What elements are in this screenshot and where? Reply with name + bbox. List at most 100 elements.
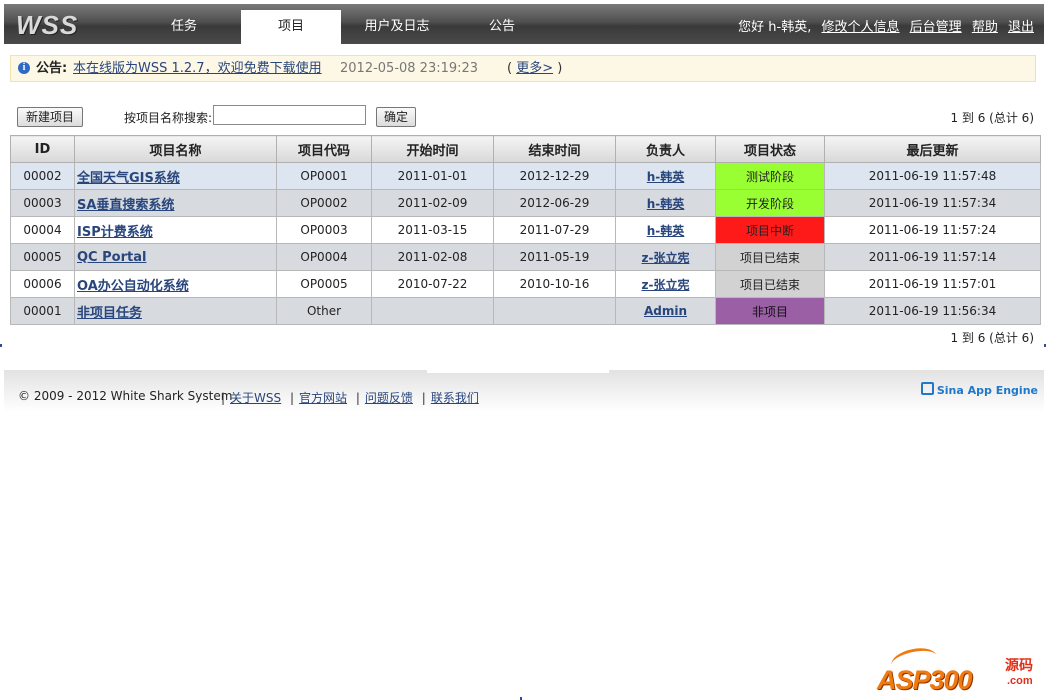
- announcement-label: 公告:: [36, 61, 68, 76]
- edit-profile-link[interactable]: 修改个人信息: [822, 20, 900, 35]
- column-header-name[interactable]: 项目名称: [74, 135, 277, 163]
- project-name-link[interactable]: ISP计费系统: [77, 225, 153, 240]
- footer-separator: |: [289, 391, 295, 405]
- cell-updated: 2011-06-19 11:56:34: [824, 297, 1041, 325]
- owner-link[interactable]: z-张立宪: [642, 278, 690, 292]
- sae-label: Sina App Engine: [936, 384, 1038, 397]
- column-header-id[interactable]: ID: [10, 135, 75, 163]
- cell-name: OA办公自动化系统: [74, 270, 277, 298]
- footer-separator: |: [355, 391, 360, 405]
- help-link[interactable]: 帮助: [972, 20, 998, 35]
- admin-link[interactable]: 后台管理: [910, 20, 962, 35]
- cell-start: 2010-07-22: [371, 270, 494, 298]
- feedback-link[interactable]: 问题反馈: [365, 391, 413, 405]
- cell-code: OP0004: [276, 243, 372, 271]
- cell-status: 项目已结束: [715, 270, 825, 298]
- confirm-search-button[interactable]: 确定: [376, 107, 416, 127]
- more-open-paren: (: [507, 61, 513, 76]
- owner-link[interactable]: h-韩英: [647, 224, 685, 238]
- cell-status: 项目已结束: [715, 243, 825, 271]
- cell-end: 2011-05-19: [493, 243, 616, 271]
- owner-link[interactable]: z-张立宪: [642, 251, 690, 265]
- cell-id: 00002: [10, 162, 75, 190]
- table-row: 00004 ISP计费系统 OP0003 2011-03-15 2011-07-29 h-…: [10, 216, 1041, 244]
- column-header-updated[interactable]: 最后更新: [824, 135, 1041, 163]
- project-name-link[interactable]: SA垂直搜索系统: [77, 198, 174, 213]
- column-header-owner[interactable]: 负责人: [615, 135, 716, 163]
- project-name-link[interactable]: OA办公自动化系统: [77, 279, 189, 294]
- cell-start: 2011-02-09: [371, 189, 494, 217]
- cell-code: OP0002: [276, 189, 372, 217]
- cell-id: 00003: [10, 189, 75, 217]
- owner-link[interactable]: h-韩英: [647, 170, 685, 184]
- cell-code: OP0003: [276, 216, 372, 244]
- project-name-link[interactable]: 非项目任务: [77, 306, 142, 321]
- edge-marker: [0, 344, 2, 347]
- sae-icon: [920, 382, 934, 395]
- cell-name: 非项目任务: [74, 297, 277, 325]
- table-row: 00003 SA垂直搜索系统 OP0002 2011-02-09 2012-06-29 h…: [10, 189, 1041, 217]
- greeting-text: 您好 h-韩英,: [738, 20, 812, 35]
- cell-name: 全国天气GIS系统: [74, 162, 277, 190]
- tab-tasks[interactable]: 任务: [134, 10, 234, 44]
- more-close-paren: ): [557, 61, 563, 76]
- cell-start: 2011-03-15: [371, 216, 494, 244]
- announcement-timestamp: 2012-05-08 23:19:23: [340, 61, 479, 76]
- project-name-link[interactable]: QC Portal: [77, 250, 146, 265]
- table-header-row: ID 项目名称 项目代码 开始时间 结束时间 负责人 项目状态 最后更新: [10, 135, 1041, 163]
- project-name-link[interactable]: 全国天气GIS系统: [77, 171, 180, 186]
- projects-table: ID 项目名称 项目代码 开始时间 结束时间 负责人 项目状态 最后更新 000…: [10, 135, 1041, 325]
- asp300-watermark-logo: ASP300 源码 .com: [877, 644, 1045, 697]
- logout-link[interactable]: 退出: [1008, 20, 1034, 35]
- official-site-link[interactable]: 官方网站: [299, 391, 347, 405]
- column-header-status[interactable]: 项目状态: [715, 135, 825, 163]
- cell-updated: 2011-06-19 11:57:34: [824, 189, 1041, 217]
- column-header-start[interactable]: 开始时间: [371, 135, 494, 163]
- cell-code: OP0001: [276, 162, 372, 190]
- cell-end: 2010-10-16: [493, 270, 616, 298]
- cell-owner: h-韩英: [615, 216, 716, 244]
- cell-name: ISP计费系统: [74, 216, 277, 244]
- cell-start: [371, 297, 494, 325]
- footer-divider: [427, 370, 609, 373]
- column-header-end[interactable]: 结束时间: [493, 135, 616, 163]
- cell-id: 00004: [10, 216, 75, 244]
- cell-end: 2012-06-29: [493, 189, 616, 217]
- owner-link[interactable]: h-韩英: [647, 197, 685, 211]
- watermark-side-bottom: .com: [1007, 675, 1033, 687]
- more-link[interactable]: 更多>: [516, 61, 553, 76]
- cell-end: [493, 297, 616, 325]
- cell-code: OP0005: [276, 270, 372, 298]
- top-navigation-bar: WSS 任务 项目 用户及日志 公告 您好 h-韩英, 修改个人信息 后台管理 …: [4, 4, 1044, 44]
- cell-start: 2011-02-08: [371, 243, 494, 271]
- cell-updated: 2011-06-19 11:57:01: [824, 270, 1041, 298]
- tab-projects[interactable]: 项目: [241, 10, 341, 44]
- announcement-link[interactable]: 本在线版为WSS 1.2.7，欢迎免费下载使用: [73, 56, 322, 81]
- cell-updated: 2011-06-19 11:57:14: [824, 243, 1041, 271]
- cell-id: 00001: [10, 297, 75, 325]
- cell-code: Other: [276, 297, 372, 325]
- cell-status: 项目中断: [715, 216, 825, 244]
- tab-announcements[interactable]: 公告: [452, 10, 552, 44]
- cell-id: 00006: [10, 270, 75, 298]
- user-menu: 您好 h-韩英, 修改个人信息 后台管理 帮助 退出: [738, 16, 1034, 35]
- edge-marker: [1044, 344, 1046, 347]
- footer-links: | 关于WSS | 官方网站 | 问题反馈 | 联系我们: [216, 389, 479, 406]
- cell-owner: h-韩英: [615, 189, 716, 217]
- copyright-text: © 2009 - 2012 White Shark System: [18, 389, 233, 403]
- tab-users-logs[interactable]: 用户及日志: [347, 10, 447, 44]
- cell-status: 测试阶段: [715, 162, 825, 190]
- info-icon: i: [18, 62, 30, 74]
- cell-end: 2012-12-29: [493, 162, 616, 190]
- announcement-bar: i 公告: 本在线版为WSS 1.2.7，欢迎免费下载使用 2012-05-08…: [10, 55, 1036, 82]
- contact-link[interactable]: 联系我们: [431, 391, 479, 405]
- cell-owner: z-张立宪: [615, 243, 716, 271]
- project-search-input[interactable]: [213, 105, 366, 125]
- column-header-code[interactable]: 项目代码: [276, 135, 372, 163]
- sae-badge[interactable]: Sina App Engine: [920, 382, 1038, 397]
- about-link[interactable]: 关于WSS: [230, 391, 281, 405]
- search-label: 按项目名称搜索:: [124, 111, 213, 125]
- new-project-button[interactable]: 新建项目: [17, 107, 83, 127]
- footer-separator: |: [421, 391, 426, 405]
- owner-link[interactable]: Admin: [644, 304, 687, 318]
